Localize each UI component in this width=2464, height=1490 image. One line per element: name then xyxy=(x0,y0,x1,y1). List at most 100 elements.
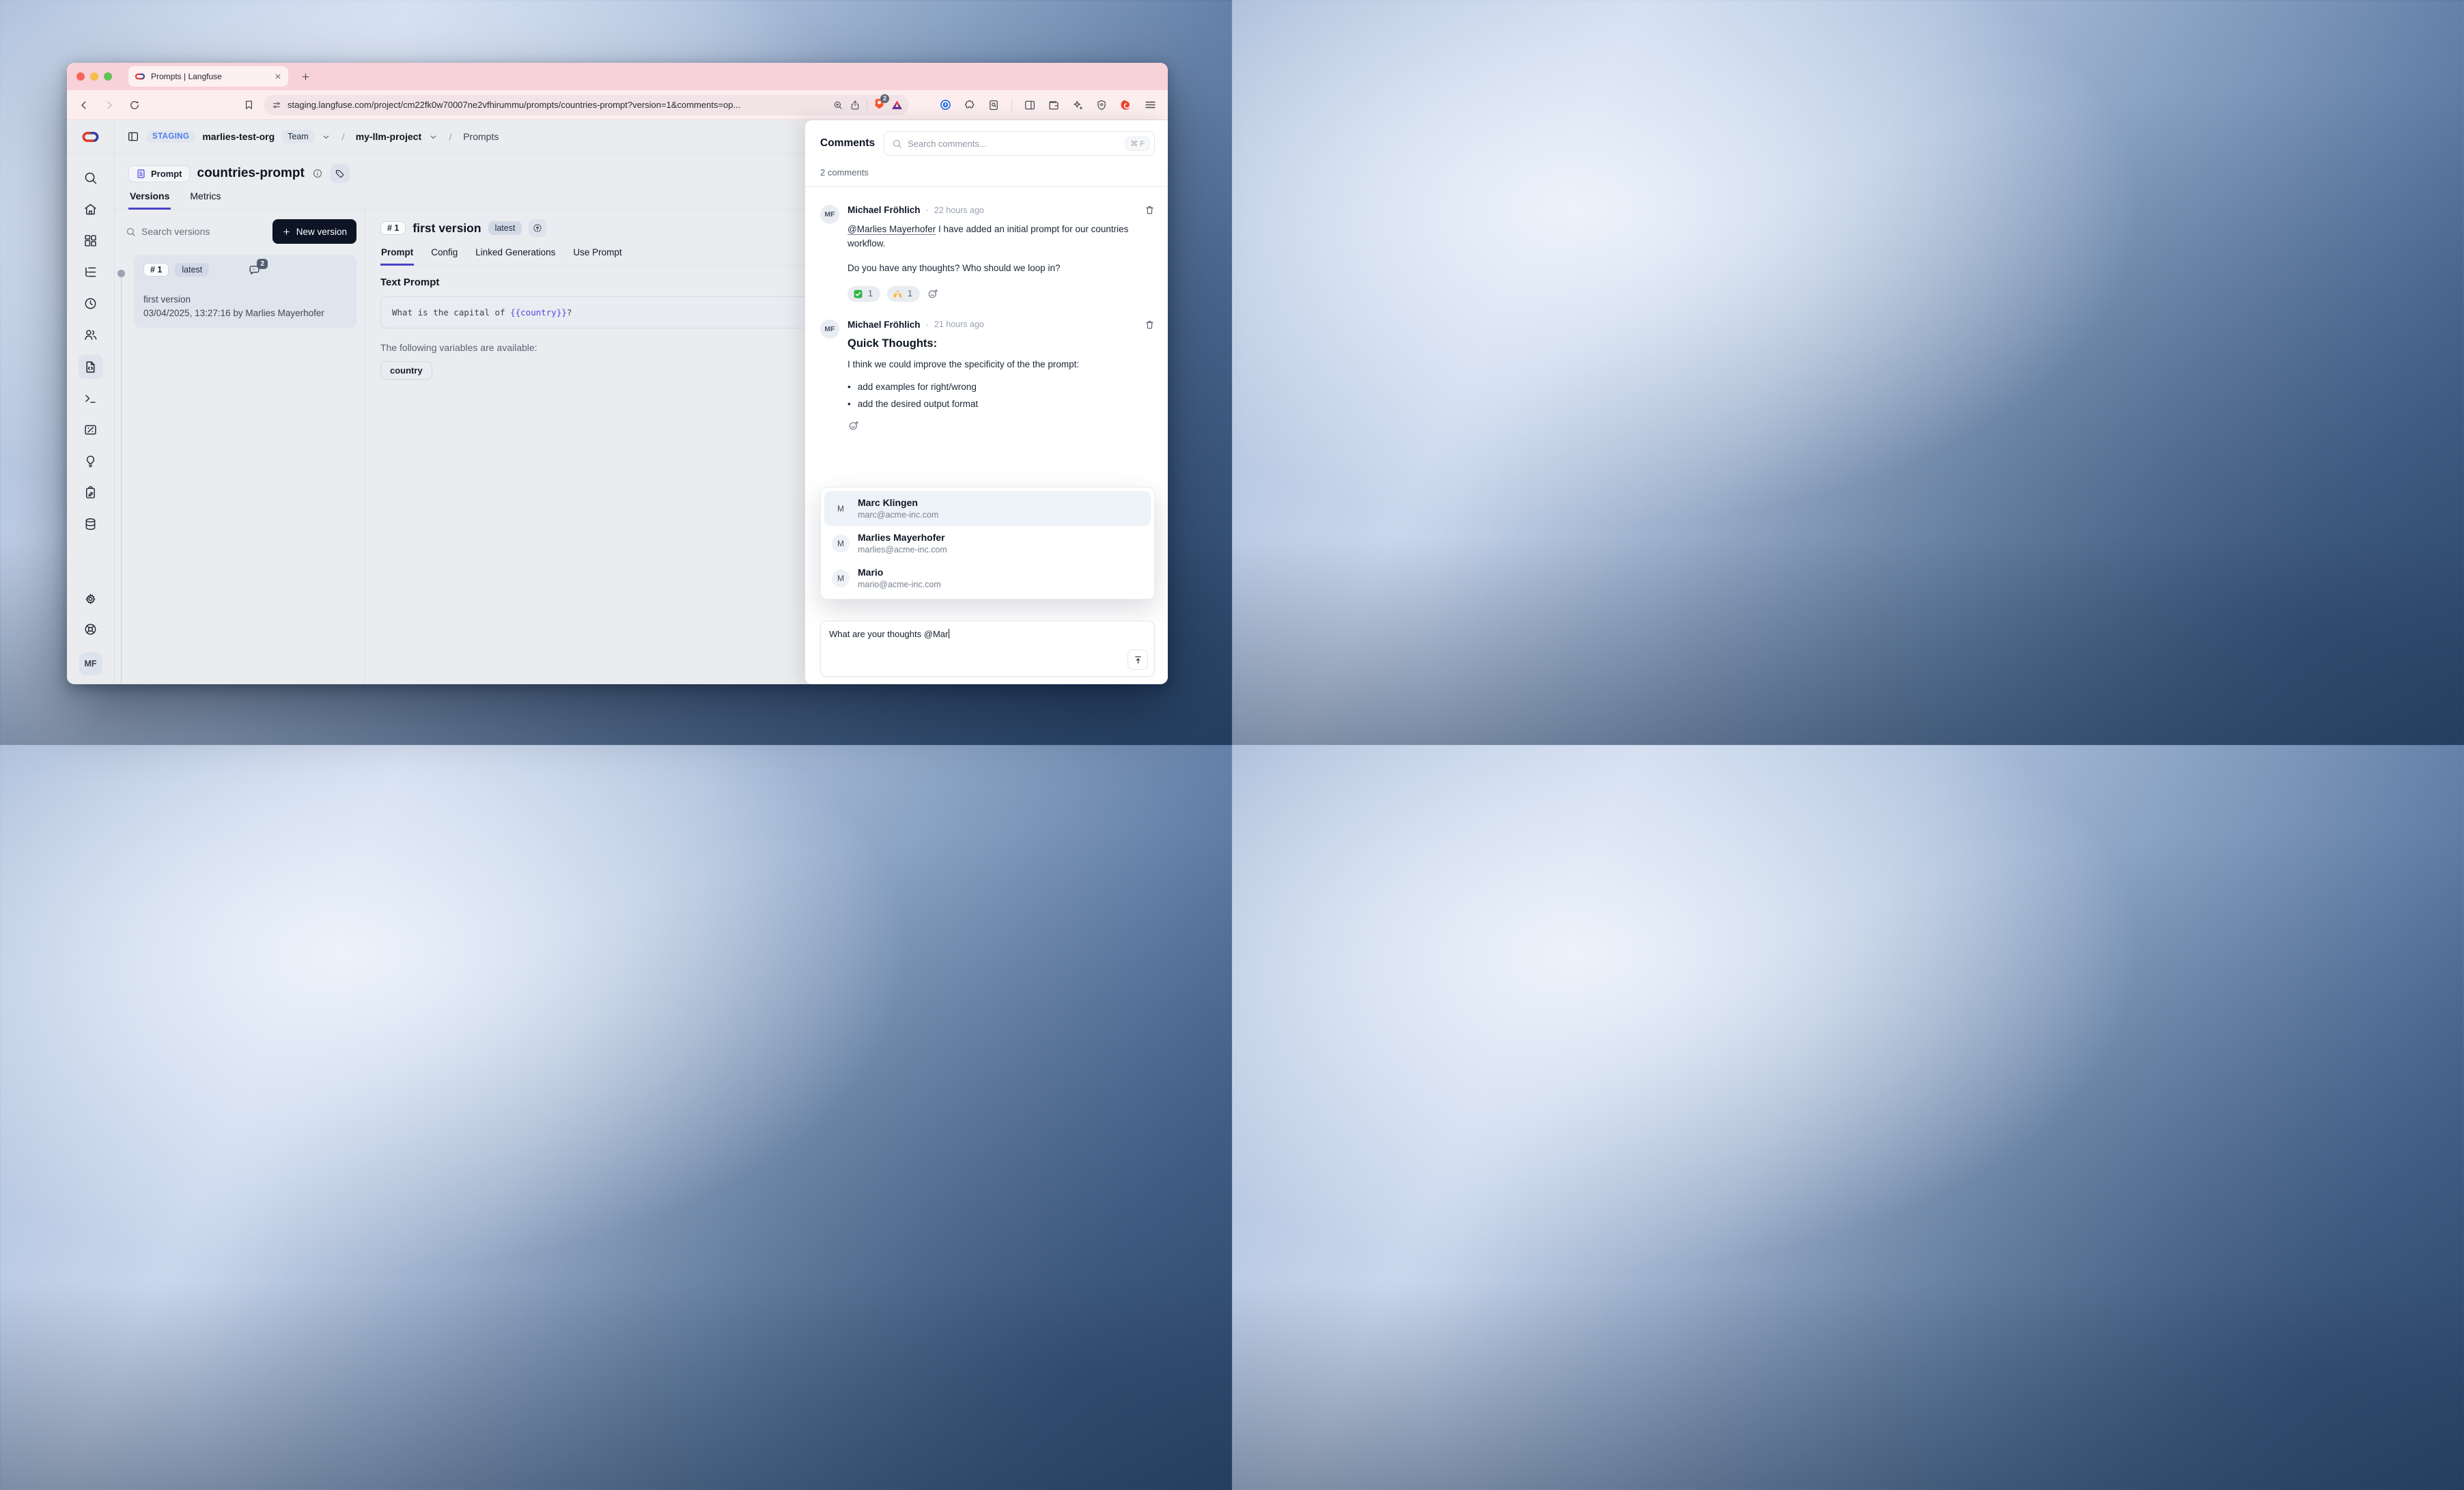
url-text[interactable]: staging.langfuse.com/project/cm22fk0w700… xyxy=(288,100,826,110)
user-avatar[interactable]: MF xyxy=(79,652,102,675)
mention-option[interactable]: M Marc Klingen marc@acme-inc.com xyxy=(824,491,1151,526)
comments-panel: Comments ⌘ F 2 comments MF Michael Fröhl… xyxy=(805,120,1168,684)
menu-hamburger-icon[interactable] xyxy=(1144,98,1157,111)
delete-comment-button[interactable] xyxy=(1145,320,1155,330)
minimize-window-button[interactable] xyxy=(90,72,98,81)
mention-email: mario@acme-inc.com xyxy=(858,580,941,589)
mention-name: Mario xyxy=(858,567,941,578)
dashboard-grid-icon[interactable] xyxy=(83,234,98,248)
tab-close-icon[interactable] xyxy=(274,72,282,81)
sessions-clock-icon[interactable] xyxy=(83,296,98,311)
tab-use-prompt[interactable]: Use Prompt xyxy=(572,247,622,265)
site-settings-icon[interactable] xyxy=(272,100,281,110)
tab-metrics[interactable]: Metrics xyxy=(188,191,222,209)
variable-chip[interactable]: country xyxy=(380,361,432,380)
reload-button[interactable] xyxy=(128,99,141,111)
tab-versions[interactable]: Versions xyxy=(128,191,171,210)
versions-search-input[interactable] xyxy=(141,226,230,237)
mention-email: marc@acme-inc.com xyxy=(858,510,938,520)
version-name: first version xyxy=(143,294,347,305)
browser-profile-icon[interactable] xyxy=(1119,98,1132,111)
breadcrumb-project[interactable]: my-llm-project xyxy=(356,131,421,142)
zoom-page-icon[interactable] xyxy=(832,100,843,111)
new-version-button[interactable]: New version xyxy=(272,219,356,244)
search-icon xyxy=(126,227,136,237)
search-icon[interactable] xyxy=(83,171,98,185)
users-icon[interactable] xyxy=(83,328,98,342)
page-title: countries-prompt xyxy=(197,166,305,181)
langfuse-app: MF STAGING marlies-test-org Team my-llm-… xyxy=(67,120,1168,684)
datasets-database-icon[interactable] xyxy=(83,517,98,531)
version-number-badge: # 1 xyxy=(380,221,406,235)
breadcrumb-section: Prompts xyxy=(463,131,499,142)
onepassword-icon[interactable] xyxy=(939,98,952,111)
version-timeline-dot xyxy=(117,270,125,277)
browser-toolbar: staging.langfuse.com/project/cm22fk0w700… xyxy=(67,90,1168,120)
add-reaction-icon[interactable] xyxy=(927,287,939,300)
version-timeline xyxy=(121,275,122,684)
info-icon[interactable] xyxy=(312,168,323,179)
tab-prompt[interactable]: Prompt xyxy=(380,247,414,266)
prompt-doc-icon xyxy=(136,169,146,179)
vpn-shield-icon[interactable] xyxy=(1095,99,1108,111)
langfuse-logo[interactable] xyxy=(81,128,100,146)
add-reaction-icon[interactable] xyxy=(848,419,860,432)
browser-tab[interactable]: Prompts | Langfuse xyxy=(128,66,288,87)
comment-time: 21 hours ago xyxy=(934,320,984,329)
forward-button[interactable] xyxy=(103,99,115,111)
tab-config[interactable]: Config xyxy=(430,247,458,265)
home-icon[interactable] xyxy=(83,202,98,216)
evaluation-icon[interactable] xyxy=(83,423,98,437)
breadcrumb-org[interactable]: marlies-test-org xyxy=(202,131,275,142)
close-window-button[interactable] xyxy=(76,72,85,81)
search-page-icon[interactable] xyxy=(988,99,1000,111)
chevron-down-icon[interactable] xyxy=(322,132,331,141)
wallet-icon[interactable] xyxy=(1048,99,1060,111)
browser-window: Prompts | Langfuse staging.langfuse.com/… xyxy=(67,63,1168,684)
url-bar[interactable]: staging.langfuse.com/project/cm22fk0w700… xyxy=(264,95,909,115)
support-lifebuoy-icon[interactable] xyxy=(83,622,98,636)
tag-button[interactable] xyxy=(331,164,350,183)
mention-option[interactable]: M Marlies Mayerhofer marlies@acme-inc.co… xyxy=(824,526,1151,561)
sidebar-panel-icon[interactable] xyxy=(1024,99,1036,111)
playground-terminal-icon[interactable] xyxy=(83,391,98,406)
send-comment-button[interactable] xyxy=(1128,649,1148,670)
delete-comment-button[interactable] xyxy=(1145,205,1155,215)
bullet-item: add examples for right/wrong xyxy=(858,382,977,392)
settings-gear-icon[interactable] xyxy=(83,592,98,606)
new-tab-button[interactable] xyxy=(300,72,311,82)
annotation-clipboard-icon[interactable] xyxy=(83,486,98,500)
comments-search[interactable]: ⌘ F xyxy=(884,131,1155,156)
comment-item: MF Michael Fröhlich · 21 hours ago Quick… xyxy=(820,320,1155,432)
share-icon[interactable] xyxy=(850,100,860,111)
brave-rewards-icon[interactable] xyxy=(891,99,903,111)
versions-search[interactable] xyxy=(126,226,266,237)
version-comments-button[interactable]: 2 xyxy=(248,264,261,277)
bullet-item: add the desired output format xyxy=(858,399,978,409)
lightbulb-icon[interactable] xyxy=(83,454,98,468)
tag-icon xyxy=(335,169,345,179)
bookmark-icon[interactable] xyxy=(243,99,255,111)
version-list-item[interactable]: # 1 latest 2 first version 03/04/2025, 1… xyxy=(134,255,356,328)
comment-time: 22 hours ago xyxy=(934,206,984,215)
tab-linked-generations[interactable]: Linked Generations xyxy=(475,247,556,265)
comment-author: Michael Fröhlich xyxy=(848,205,921,215)
chevron-down-icon[interactable] xyxy=(429,132,438,141)
sidebar-toggle-icon[interactable] xyxy=(127,130,139,143)
latest-badge: latest xyxy=(175,263,209,277)
comment-input[interactable]: What are your thoughts @Mar xyxy=(820,621,1155,677)
promote-version-button[interactable] xyxy=(529,219,546,237)
extensions-puzzle-icon[interactable] xyxy=(964,99,976,111)
brave-shield-button[interactable]: 2 xyxy=(873,98,885,113)
zoom-window-button[interactable] xyxy=(104,72,112,81)
avatar: M xyxy=(832,500,850,518)
reaction-check[interactable]: 1 xyxy=(848,286,880,302)
mention-option[interactable]: M Mario mario@acme-inc.com xyxy=(824,561,1151,595)
sparkle-ai-icon[interactable] xyxy=(1072,99,1084,111)
comments-search-input[interactable] xyxy=(908,139,1120,149)
back-button[interactable] xyxy=(78,99,90,111)
sidebar-item-prompts[interactable] xyxy=(79,354,103,379)
reaction-raised-hands[interactable]: 1 xyxy=(887,286,920,302)
mention-link[interactable]: @Marlies Mayerhofer xyxy=(848,224,936,234)
tracing-tree-icon[interactable] xyxy=(83,265,98,279)
